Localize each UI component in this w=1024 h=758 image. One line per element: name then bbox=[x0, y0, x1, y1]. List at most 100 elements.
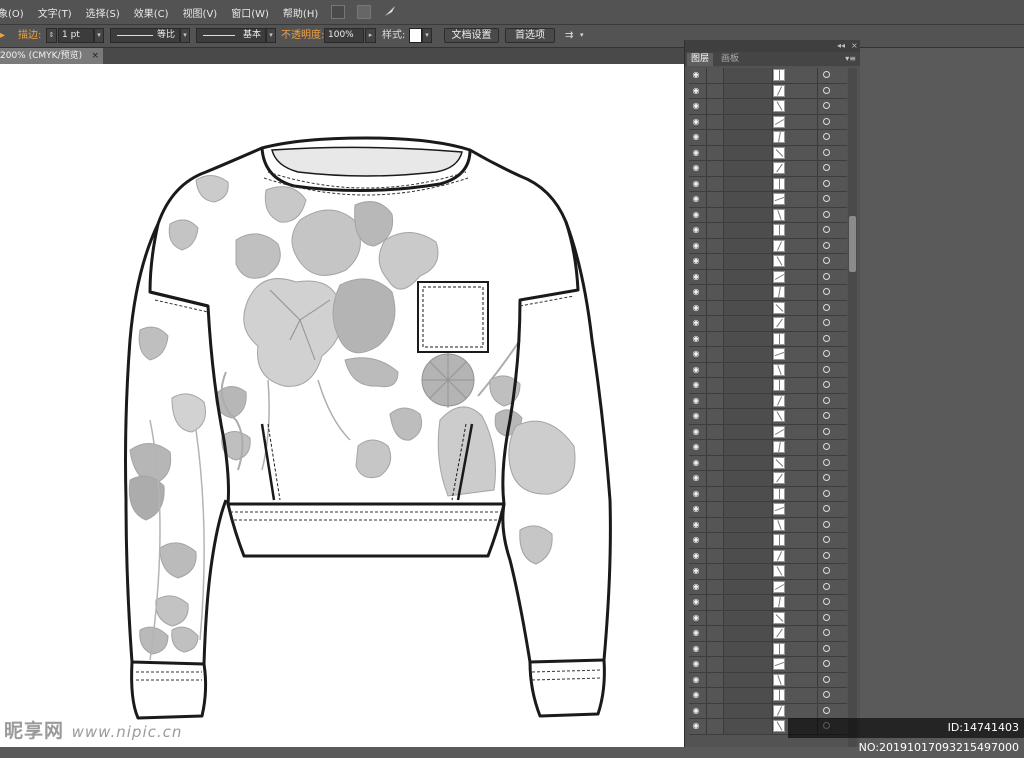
layer-row[interactable]: ◉ bbox=[689, 176, 847, 192]
layer-row[interactable]: ◉ bbox=[689, 99, 847, 115]
target-icon[interactable] bbox=[823, 381, 830, 388]
eye-icon[interactable]: ◉ bbox=[691, 660, 701, 668]
eye-icon[interactable]: ◉ bbox=[691, 427, 701, 435]
layer-name-area[interactable] bbox=[723, 455, 773, 470]
eye-icon[interactable]: ◉ bbox=[691, 582, 701, 590]
target-icon[interactable] bbox=[823, 520, 830, 528]
target-icon[interactable] bbox=[823, 303, 830, 311]
layer-row[interactable]: ◉ bbox=[689, 502, 847, 518]
eye-icon[interactable]: ◉ bbox=[691, 133, 701, 141]
layer-row[interactable]: ◉ bbox=[689, 517, 847, 533]
layer-name-area[interactable] bbox=[723, 130, 773, 145]
eye-icon[interactable]: ◉ bbox=[691, 86, 701, 94]
lock-column[interactable] bbox=[706, 579, 707, 594]
lock-column[interactable] bbox=[706, 610, 707, 625]
eye-icon[interactable]: ◉ bbox=[691, 226, 701, 234]
eye-icon[interactable]: ◉ bbox=[691, 210, 701, 218]
layer-name-area[interactable] bbox=[723, 595, 773, 610]
layer-row[interactable]: ◉ bbox=[689, 192, 847, 208]
layer-name-area[interactable] bbox=[723, 502, 773, 517]
style-dropdown[interactable]: ▾ bbox=[422, 28, 432, 43]
layer-name-area[interactable] bbox=[723, 564, 773, 579]
layer-name-area[interactable] bbox=[723, 99, 773, 114]
eye-icon[interactable]: ◉ bbox=[691, 598, 701, 606]
lock-column[interactable] bbox=[706, 719, 707, 734]
eye-icon[interactable]: ◉ bbox=[691, 520, 701, 528]
eye-icon[interactable]: ◉ bbox=[691, 551, 701, 559]
lock-column[interactable] bbox=[706, 300, 707, 315]
layer-row[interactable]: ◉ bbox=[689, 83, 847, 99]
target-icon[interactable] bbox=[823, 489, 830, 497]
target-icon[interactable] bbox=[823, 350, 830, 357]
layer-name-area[interactable] bbox=[723, 378, 773, 393]
lock-column[interactable] bbox=[706, 657, 707, 672]
profile-dropdown[interactable]: ▾ bbox=[180, 28, 190, 43]
eye-icon[interactable]: ◉ bbox=[691, 567, 701, 575]
target-icon[interactable] bbox=[823, 567, 830, 574]
target-icon[interactable] bbox=[823, 660, 830, 667]
layer-row[interactable]: ◉ bbox=[689, 688, 847, 704]
target-icon[interactable] bbox=[823, 396, 830, 404]
eye-icon[interactable]: ◉ bbox=[691, 257, 701, 265]
layer-name-area[interactable] bbox=[723, 688, 773, 703]
lock-column[interactable] bbox=[706, 362, 707, 377]
layer-row[interactable]: ◉ bbox=[689, 254, 847, 270]
lock-column[interactable] bbox=[706, 207, 707, 222]
layer-row[interactable]: ◉ bbox=[689, 424, 847, 440]
stroke-weight-dropdown[interactable]: ▾ bbox=[94, 28, 104, 43]
panel-menu-icon[interactable]: ▾≡ bbox=[845, 52, 856, 66]
layer-name-area[interactable] bbox=[723, 269, 773, 284]
layer-row[interactable]: ◉ bbox=[689, 595, 847, 611]
lock-column[interactable] bbox=[706, 548, 707, 563]
layer-scrollbar-track[interactable] bbox=[848, 68, 857, 747]
layer-row[interactable]: ◉ bbox=[689, 486, 847, 502]
menu-object[interactable]: 象(O) bbox=[0, 5, 31, 20]
eye-icon[interactable]: ◉ bbox=[691, 489, 701, 497]
eye-icon[interactable]: ◉ bbox=[691, 148, 701, 156]
target-icon[interactable] bbox=[823, 474, 830, 481]
artboard-canvas[interactable] bbox=[0, 64, 684, 747]
lock-column[interactable] bbox=[706, 393, 707, 408]
target-icon[interactable] bbox=[823, 629, 830, 636]
lock-column[interactable] bbox=[706, 316, 707, 331]
preferences-button[interactable]: 首选项 bbox=[505, 28, 555, 43]
target-icon[interactable] bbox=[823, 613, 830, 621]
layer-name-area[interactable] bbox=[723, 409, 773, 424]
layer-row[interactable]: ◉ bbox=[689, 564, 847, 580]
layer-name-area[interactable] bbox=[723, 238, 773, 253]
layer-name-area[interactable] bbox=[723, 486, 773, 501]
menu-window[interactable]: 窗口(W) bbox=[224, 5, 276, 20]
feather-icon[interactable] bbox=[383, 4, 397, 21]
target-icon[interactable] bbox=[823, 675, 830, 683]
eye-icon[interactable]: ◉ bbox=[691, 195, 701, 203]
lock-column[interactable] bbox=[706, 130, 707, 145]
layer-name-area[interactable] bbox=[723, 362, 773, 377]
panel-close-icon[interactable]: × bbox=[851, 40, 858, 52]
eye-icon[interactable]: ◉ bbox=[691, 179, 701, 187]
lock-column[interactable] bbox=[706, 703, 707, 718]
arrange-documents-icon[interactable] bbox=[357, 5, 372, 19]
layer-name-area[interactable] bbox=[723, 517, 773, 532]
layer-name-area[interactable] bbox=[723, 533, 773, 548]
eye-icon[interactable]: ◉ bbox=[691, 102, 701, 110]
eye-icon[interactable]: ◉ bbox=[691, 334, 701, 342]
target-icon[interactable] bbox=[823, 117, 830, 125]
variable-width-profile[interactable]: 等比 bbox=[110, 28, 180, 43]
layer-name-area[interactable] bbox=[723, 176, 773, 191]
stroke-weight-stepper[interactable]: ⇕ bbox=[46, 28, 57, 43]
lock-column[interactable] bbox=[706, 564, 707, 579]
target-icon[interactable] bbox=[823, 148, 830, 156]
lock-column[interactable] bbox=[706, 145, 707, 160]
tab-layers[interactable]: 图层 bbox=[687, 53, 714, 66]
layer-name-area[interactable] bbox=[723, 703, 773, 718]
eye-icon[interactable]: ◉ bbox=[691, 675, 701, 683]
layer-row[interactable]: ◉ bbox=[689, 548, 847, 564]
eye-icon[interactable]: ◉ bbox=[691, 536, 701, 544]
layer-row[interactable]: ◉ bbox=[689, 362, 847, 378]
eye-icon[interactable]: ◉ bbox=[691, 396, 701, 404]
lock-column[interactable] bbox=[706, 238, 707, 253]
layer-row[interactable]: ◉ bbox=[689, 440, 847, 456]
layer-name-area[interactable] bbox=[723, 316, 773, 331]
brush-dropdown[interactable]: ▾ bbox=[266, 28, 276, 43]
lock-column[interactable] bbox=[706, 331, 707, 346]
